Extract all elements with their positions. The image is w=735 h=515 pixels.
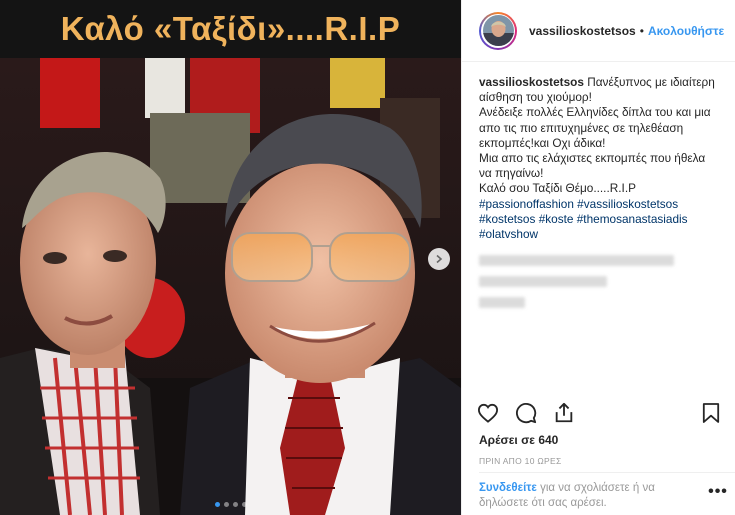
share-icon — [555, 402, 573, 423]
hashtag-line: #passionoffashion #vassilioskostetsos — [479, 197, 723, 212]
header-username[interactable]: vassilioskostetsos — [529, 24, 636, 38]
post-caption: vassilioskostetsos Πανέξυπνος με ιδιαίτε… — [462, 62, 735, 320]
comment-icon — [516, 403, 537, 424]
banner-title: Καλό «Ταξίδι»....R.I.P — [60, 10, 401, 47]
post-photo — [0, 58, 461, 515]
caption-line: Ανέδειξε πολλές Ελληνίδες δίπλα του και … — [479, 105, 711, 120]
caption-line: Καλό σου Ταξίδι Θέμο.....R.I.P — [479, 181, 636, 196]
heart-icon — [477, 403, 499, 423]
post-media[interactable]: Καλό «Ταξίδι»....R.I.P — [0, 0, 461, 515]
hashtag-link[interactable]: #vassilioskostetsos — [577, 197, 678, 211]
carousel-next-button[interactable] — [428, 248, 450, 270]
caption-line: εκπομπές!και Οχι άδικα! — [479, 135, 606, 150]
caption-line: απο τις πιο επιτυχημένες σε τηλεθέαση — [479, 120, 684, 135]
hashtag-line: #olatvshow — [479, 227, 723, 242]
follow-button[interactable]: Ακολουθήστε — [648, 24, 724, 38]
likes-count[interactable]: Αρέσει σε 640 — [479, 433, 558, 447]
post-sidebar: vassilioskostetsos • Ακολουθήστε vassili… — [461, 0, 735, 515]
bookmark-icon — [702, 403, 720, 423]
save-button[interactable] — [699, 401, 723, 425]
hashtag-link[interactable]: #themosanastasiadis — [577, 212, 688, 226]
blurred-comment — [479, 255, 674, 267]
like-button[interactable] — [476, 401, 500, 425]
post-timestamp: ΠΡΙΝ ΑΠΟ 10 ΩΡΕΣ — [479, 456, 562, 466]
blurred-comments — [479, 255, 723, 309]
caption-text: vassilioskostetsos Πανέξυπνος με ιδιαίτε… — [479, 75, 715, 89]
caption-line: Πανέξυπνος με ιδιαίτερη — [587, 75, 715, 89]
hashtag-link[interactable]: #koste — [539, 212, 574, 226]
login-link[interactable]: Συνδεθείτε — [479, 482, 537, 494]
blurred-comment — [479, 297, 525, 309]
carousel-dot — [223, 502, 229, 507]
carousel-dots — [0, 502, 461, 507]
hashtag-link[interactable]: #olatvshow — [479, 227, 538, 241]
carousel-dot — [232, 502, 238, 507]
caption-line: Μια απο τις ελάχιστες εκπομπές που ήθελα — [479, 151, 706, 166]
blurred-comment — [479, 276, 607, 288]
hashtag-line: #kostetsos #koste #themosanastasiadis — [479, 212, 723, 227]
avatar[interactable] — [479, 11, 517, 50]
caption-username[interactable]: vassilioskostetsos — [479, 75, 584, 89]
caption-line: να πηγαίνω! — [479, 166, 544, 181]
share-button[interactable] — [552, 401, 576, 425]
chevron-right-icon — [436, 254, 443, 264]
photo-banner: Καλό «Ταξίδι»....R.I.P — [0, 0, 461, 58]
divider — [479, 472, 735, 473]
carousel-dot — [241, 502, 247, 507]
caption-line: αίσθηση του χιούμορ! — [479, 90, 592, 105]
more-options-button[interactable]: ••• — [708, 483, 728, 500]
comment-button[interactable] — [514, 401, 538, 425]
hashtag-link[interactable]: #passionoffashion — [479, 197, 574, 211]
header-separator: • — [639, 23, 644, 38]
comment-login-prompt: Συνδεθείτε για να σχολιάσετε ή να δηλώσε… — [479, 481, 699, 511]
carousel-dot — [214, 502, 220, 507]
hashtag-link[interactable]: #kostetsos — [479, 212, 535, 226]
instagram-post: Καλό «Ταξίδι»....R.I.P vassilioskostetso… — [0, 0, 735, 515]
post-header: vassilioskostetsos • Ακολουθήστε — [462, 0, 735, 62]
more-icon: ••• — [708, 483, 728, 500]
action-bar — [476, 400, 723, 426]
avatar-image — [482, 15, 514, 46]
